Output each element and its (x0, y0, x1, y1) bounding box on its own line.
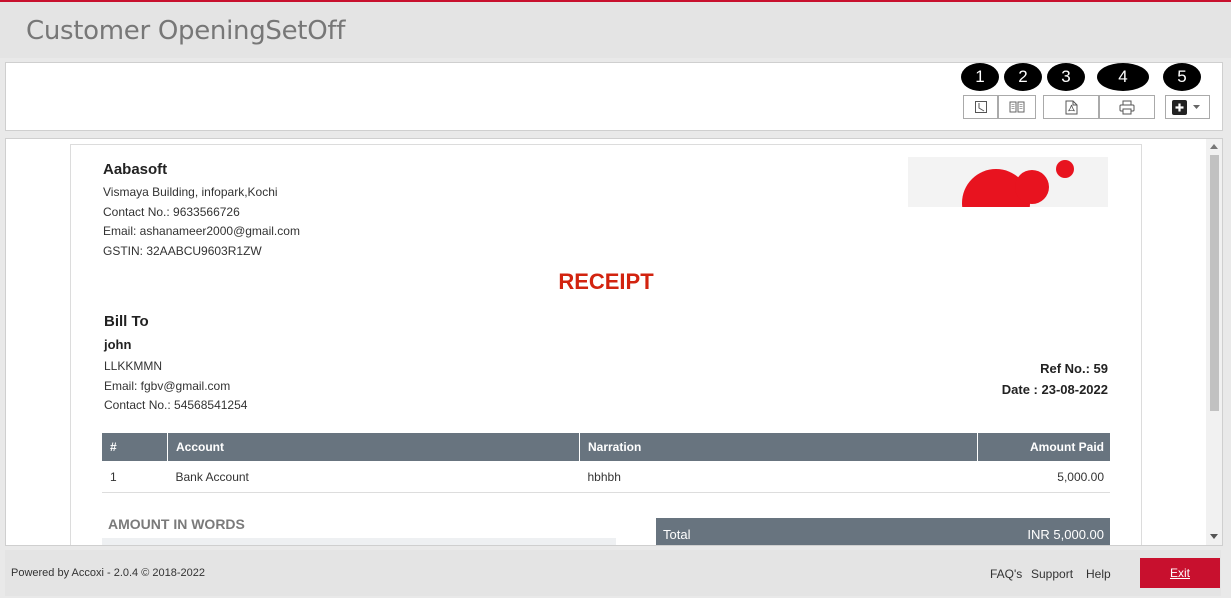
company-address: Vismaya Building, infopark,Kochi (103, 185, 278, 199)
history-icon (974, 100, 988, 114)
col-header-number: # (102, 433, 168, 461)
col-header-narration: Narration (579, 433, 978, 461)
scrollbar-thumb[interactable] (1210, 155, 1219, 411)
amount-in-words-box (102, 538, 616, 545)
history-button[interactable] (963, 95, 998, 119)
customer-email: Email: fgbv@gmail.com (104, 379, 231, 393)
customer-address: LLKKMMN (104, 359, 163, 373)
col-header-amount: Amount Paid (977, 433, 1110, 461)
document-title: RECEIPT (558, 269, 654, 294)
pdf-button[interactable] (1043, 95, 1099, 119)
printer-icon (1119, 100, 1135, 115)
total-label: Total (663, 527, 691, 542)
scroll-down-arrow[interactable] (1210, 534, 1218, 539)
badge-4: 4 (1097, 63, 1149, 91)
cell-number: 1 (102, 461, 168, 493)
amount-in-words-label: AMOUNT IN WORDS (108, 516, 245, 532)
cell-account: Bank Account (167, 461, 580, 493)
customer-name: john (104, 337, 132, 352)
cell-narration: hbhbh (579, 461, 978, 493)
customer-contact: Contact No.: 54568541254 (104, 398, 248, 412)
col-header-account: Account (167, 433, 580, 461)
page-title: Customer OpeningSetOff (26, 16, 346, 46)
company-logo (908, 157, 1108, 207)
add-dropdown-button[interactable] (1165, 95, 1210, 119)
faq-link[interactable]: FAQ's (990, 567, 1022, 581)
company-name: Aabasoft (103, 161, 168, 178)
company-email: Email: ashanameer2000@gmail.com (103, 224, 300, 238)
table-row: 1 Bank Account hbhbh 5,000.00 (102, 461, 1110, 493)
powered-by-text: Powered by Accoxi - 2.0.4 © 2018-2022 (11, 567, 205, 579)
receipt-document: Aabasoft Vismaya Building, infopark,Koch… (70, 144, 1142, 545)
badge-1: 1 (961, 63, 999, 91)
vertical-scrollbar[interactable] (1206, 139, 1222, 545)
pdf-icon (1065, 100, 1078, 115)
total-row: Total INR 5,000.00 (656, 518, 1110, 545)
bill-to-heading: Bill To (104, 313, 149, 330)
caret-down-icon (1193, 105, 1200, 109)
book-icon (1009, 101, 1025, 113)
ref-date: Date : 23-08-2022 (1001, 382, 1108, 397)
scroll-up-arrow[interactable] (1210, 144, 1218, 149)
plus-square-icon (1172, 99, 1187, 115)
cell-amount: 5,000.00 (977, 461, 1110, 493)
footer: Powered by Accoxi - 2.0.4 © 2018-2022 FA… (5, 550, 1221, 596)
exit-button[interactable]: Exit (1140, 558, 1220, 588)
total-value: INR 5,000.00 (1027, 527, 1104, 542)
receipt-table: # Account Narration Amount Paid 1 Bank A… (102, 433, 1110, 493)
document-viewer: Aabasoft Vismaya Building, infopark,Koch… (5, 138, 1223, 546)
view-book-button[interactable] (998, 95, 1036, 119)
company-contact: Contact No.: 9633566726 (103, 205, 240, 219)
print-button[interactable] (1099, 95, 1155, 119)
table-header-row: # Account Narration Amount Paid (102, 433, 1110, 461)
badge-5: 5 (1163, 63, 1201, 91)
badge-2: 2 (1004, 63, 1042, 91)
help-link[interactable]: Help (1086, 567, 1111, 581)
support-link[interactable]: Support (1031, 567, 1073, 581)
ref-number: Ref No.: 59 (1040, 361, 1108, 376)
company-gstin: GSTIN: 32AABCU9603R1ZW (103, 244, 262, 258)
title-bar: Customer OpeningSetOff (0, 2, 1231, 58)
toolbar: 1 2 3 4 5 (5, 62, 1223, 131)
badge-3: 3 (1047, 63, 1085, 91)
